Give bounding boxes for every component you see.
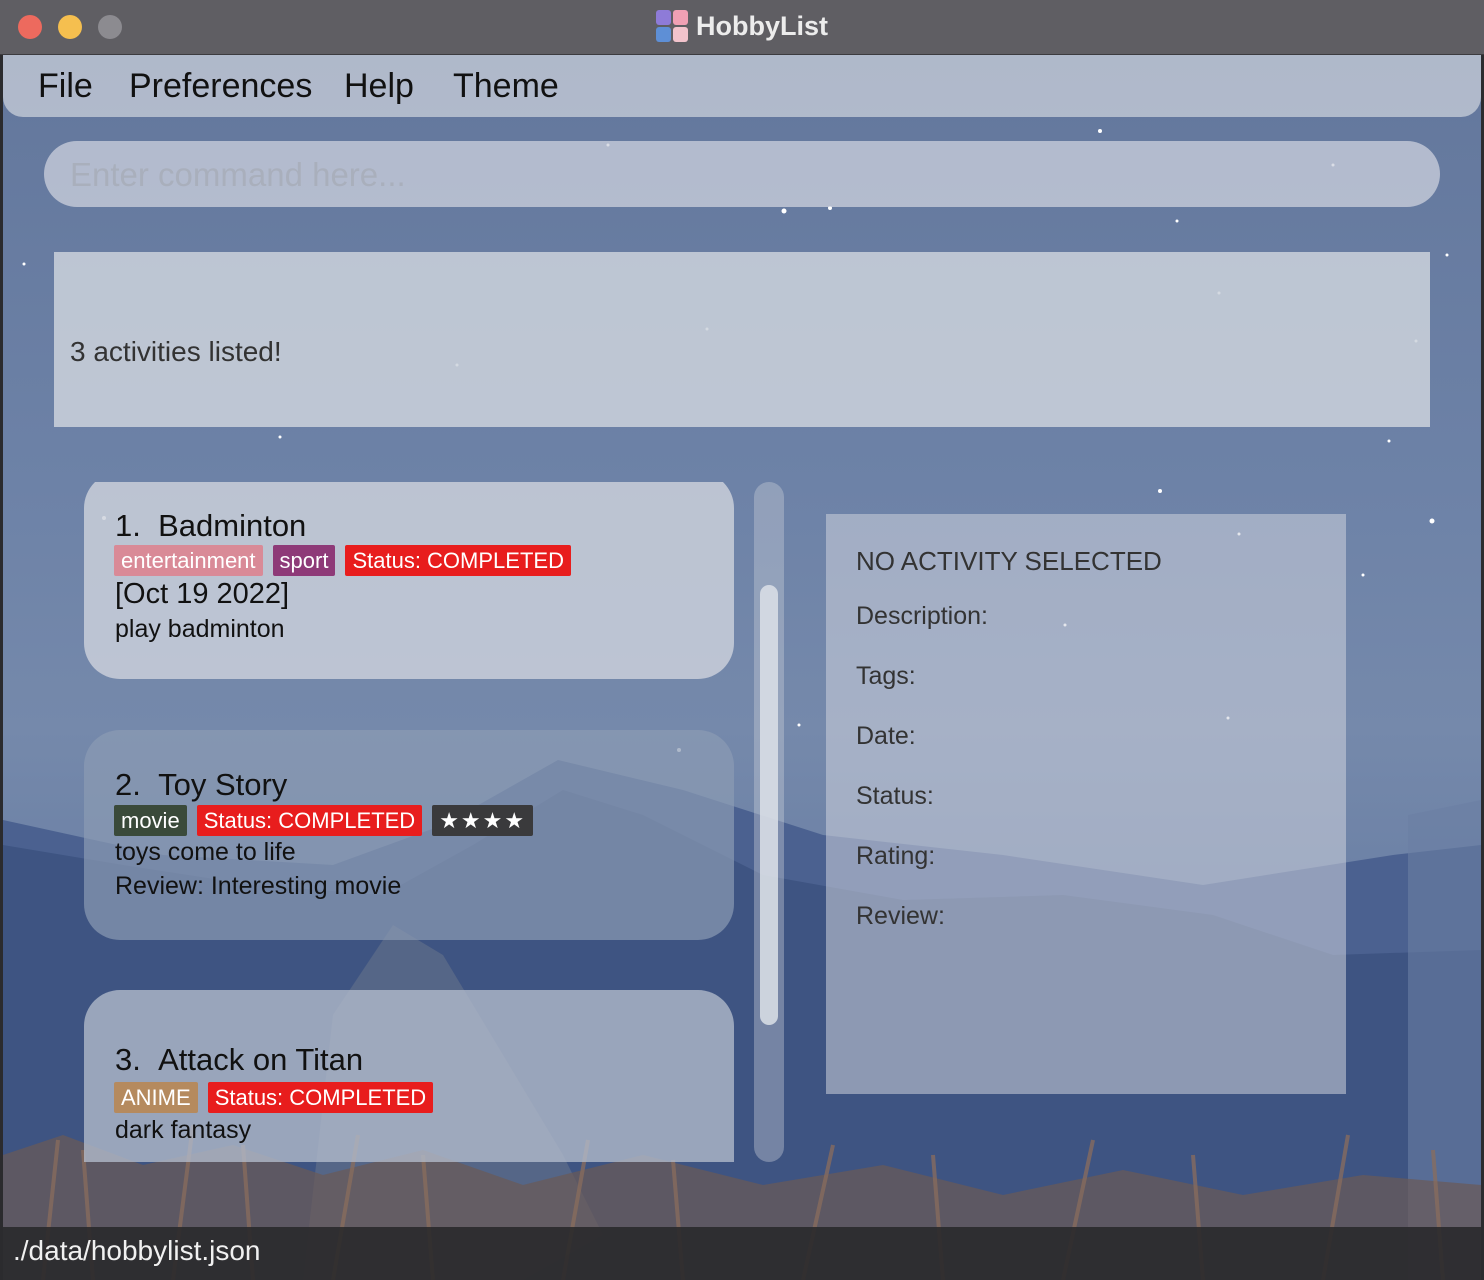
save-file-path: ./data/hobbylist.json <box>13 1235 261 1266</box>
activity-card[interactable]: 1. Badminton entertainment sport Status:… <box>84 482 734 679</box>
command-input[interactable] <box>68 141 1412 209</box>
tag-label: sport <box>272 545 336 576</box>
activity-title: 3. Attack on Titan <box>115 1042 363 1078</box>
details-status-label: Status: <box>856 782 934 810</box>
activity-index: 2. <box>115 767 141 802</box>
menu-preferences[interactable]: Preferences <box>129 65 312 107</box>
activity-name: Toy Story <box>158 767 288 802</box>
activity-description: dark fantasy <box>115 1116 252 1144</box>
tag-label: entertainment <box>114 545 263 576</box>
menu-file[interactable]: File <box>38 65 93 107</box>
status-bar: ./data/hobbylist.json <box>3 1227 1481 1280</box>
tag-label: movie <box>114 805 187 836</box>
details-tags-label: Tags: <box>856 662 916 690</box>
app-logo-icon <box>656 10 688 42</box>
activity-description: play badminton <box>115 615 285 643</box>
activity-description: toys come to life <box>115 838 296 866</box>
activity-tags: movie Status: COMPLETED ★★★★ <box>114 805 534 836</box>
result-message: 3 activities listed! <box>70 336 282 367</box>
status-badge: Status: COMPLETED <box>196 805 423 836</box>
list-scrollbar-thumb[interactable] <box>760 585 778 1025</box>
activity-list[interactable]: 1. Badminton entertainment sport Status:… <box>84 482 734 1162</box>
activity-card[interactable]: 2. Toy Story movie Status: COMPLETED ★★★… <box>84 730 734 940</box>
window-title: HobbyList <box>0 0 1484 52</box>
command-box <box>44 141 1440 209</box>
activity-title: 1. Badminton <box>115 508 306 544</box>
menu-help[interactable]: Help <box>344 65 414 107</box>
tag-label: ANIME <box>114 1082 198 1113</box>
details-description-label: Description: <box>856 602 988 630</box>
activity-title: 2. Toy Story <box>115 767 287 803</box>
main-content: File Preferences Help Theme 3 activities… <box>3 55 1481 1280</box>
activity-details-panel: NO ACTIVITY SELECTED Description: Tags: … <box>826 514 1346 1094</box>
details-review-label: Review: <box>856 902 945 930</box>
rating-stars: ★★★★ <box>432 805 534 836</box>
activity-tags: ANIME Status: COMPLETED <box>114 1082 434 1113</box>
app-window: HobbyList File Preferences Help Theme En… <box>0 0 1484 1280</box>
title-bar: HobbyList <box>0 0 1484 55</box>
menu-theme[interactable]: Theme <box>453 65 559 107</box>
activity-tags: entertainment sport Status: COMPLETED <box>114 545 571 576</box>
details-heading: NO ACTIVITY SELECTED <box>856 546 1162 576</box>
status-badge: Status: COMPLETED <box>207 1082 434 1113</box>
status-badge: Status: COMPLETED <box>345 545 571 576</box>
menu-bar: File Preferences Help Theme <box>3 55 1481 117</box>
activity-index: 1. <box>115 508 141 543</box>
activity-name: Attack on Titan <box>158 1042 364 1077</box>
details-date-label: Date: <box>856 722 916 750</box>
window-title-text: HobbyList <box>696 10 828 41</box>
activity-review: Review: Interesting movie <box>115 872 402 900</box>
activity-date: [Oct 19 2022] <box>115 578 290 610</box>
result-display: 3 activities listed! <box>54 252 1430 427</box>
details-rating-label: Rating: <box>856 842 936 870</box>
activity-index: 3. <box>115 1042 141 1077</box>
activity-card[interactable]: 3. Attack on Titan ANIME Status: COMPLET… <box>84 990 734 1162</box>
activity-name: Badminton <box>158 508 307 543</box>
